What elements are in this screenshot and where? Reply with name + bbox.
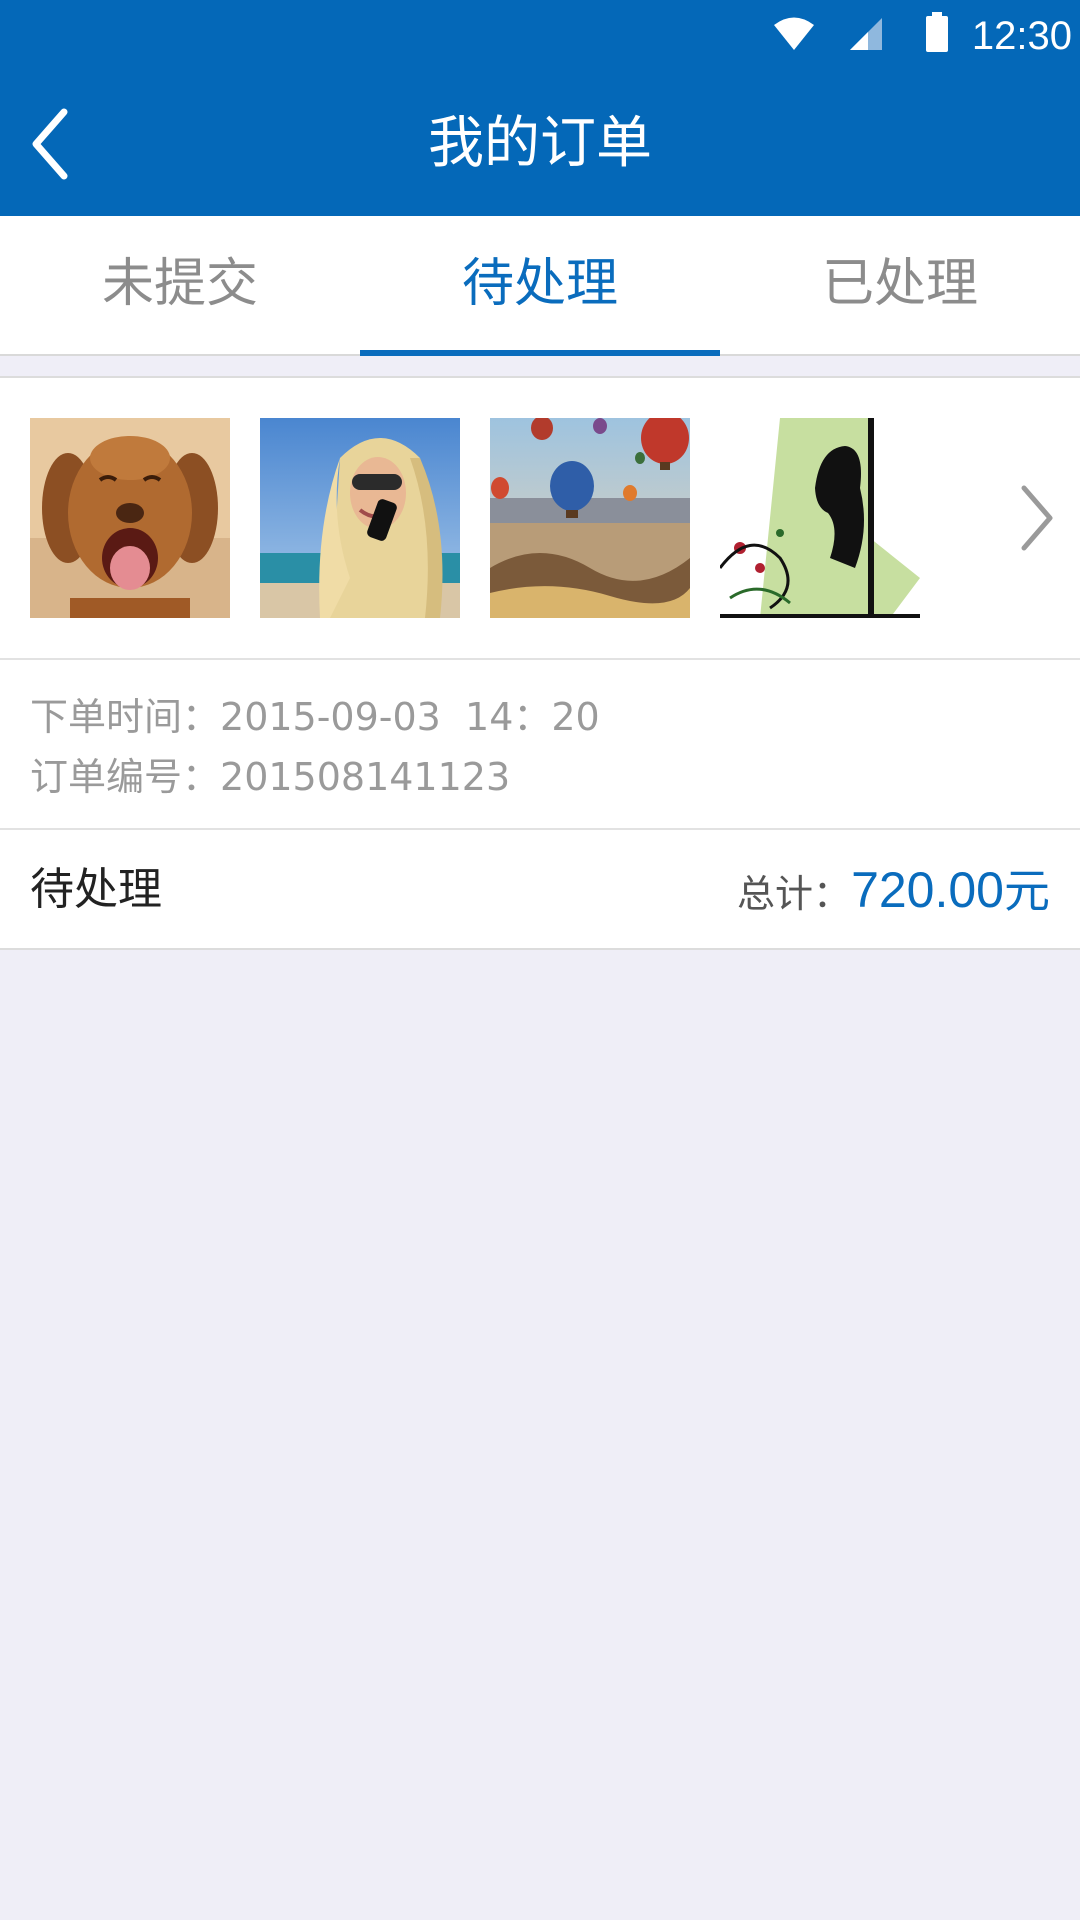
tab-pending[interactable]: 待处理: [360, 216, 720, 356]
order-number-line: 订单编号：201508141123: [30, 746, 510, 801]
order-total: 总计：720.00元: [737, 830, 1050, 962]
order-number-value: 201508141123: [220, 755, 511, 799]
tab-unsubmitted[interactable]: 未提交: [0, 216, 360, 356]
total-label: 总计：: [737, 872, 852, 916]
order-images-row[interactable]: [0, 378, 1080, 660]
clock-time: 12:30: [971, 14, 1072, 58]
page-title: 我的订单: [428, 111, 652, 176]
total-amount: 720.00: [851, 862, 1004, 918]
product-image-woman-phone[interactable]: [260, 418, 460, 618]
status-bar: 12:30: [0, 0, 1080, 72]
order-time-value: 2015-09-03 14：20: [220, 695, 600, 739]
product-image-silhouette[interactable]: [720, 418, 920, 618]
total-unit: 元: [1004, 864, 1050, 918]
order-number-label: 订单编号：: [30, 755, 221, 799]
tab-processed[interactable]: 已处理: [720, 216, 1080, 356]
product-image-puppy[interactable]: [30, 418, 230, 618]
app-bar: 我的订单: [0, 72, 1080, 216]
active-tab-indicator: [360, 350, 720, 356]
order-card[interactable]: 下单时间：2015-09-03 14：20 订单编号：201508141123 …: [0, 376, 1080, 950]
order-status: 待处理: [30, 864, 162, 915]
order-time-line: 下单时间：2015-09-03 14：20: [30, 686, 600, 741]
order-footer: 待处理 总计：720.00元: [0, 830, 1080, 950]
wifi-icon: [774, 17, 814, 50]
signal-icon: [850, 18, 882, 50]
order-tabs: 未提交 待处理 已处理: [0, 216, 1080, 356]
chevron-right-icon[interactable]: [1010, 478, 1060, 558]
battery-icon: [926, 12, 948, 52]
order-info: 下单时间：2015-09-03 14：20 订单编号：201508141123: [0, 660, 1080, 830]
product-image-balloons[interactable]: [490, 418, 690, 618]
order-time-label: 下单时间：: [30, 695, 221, 739]
